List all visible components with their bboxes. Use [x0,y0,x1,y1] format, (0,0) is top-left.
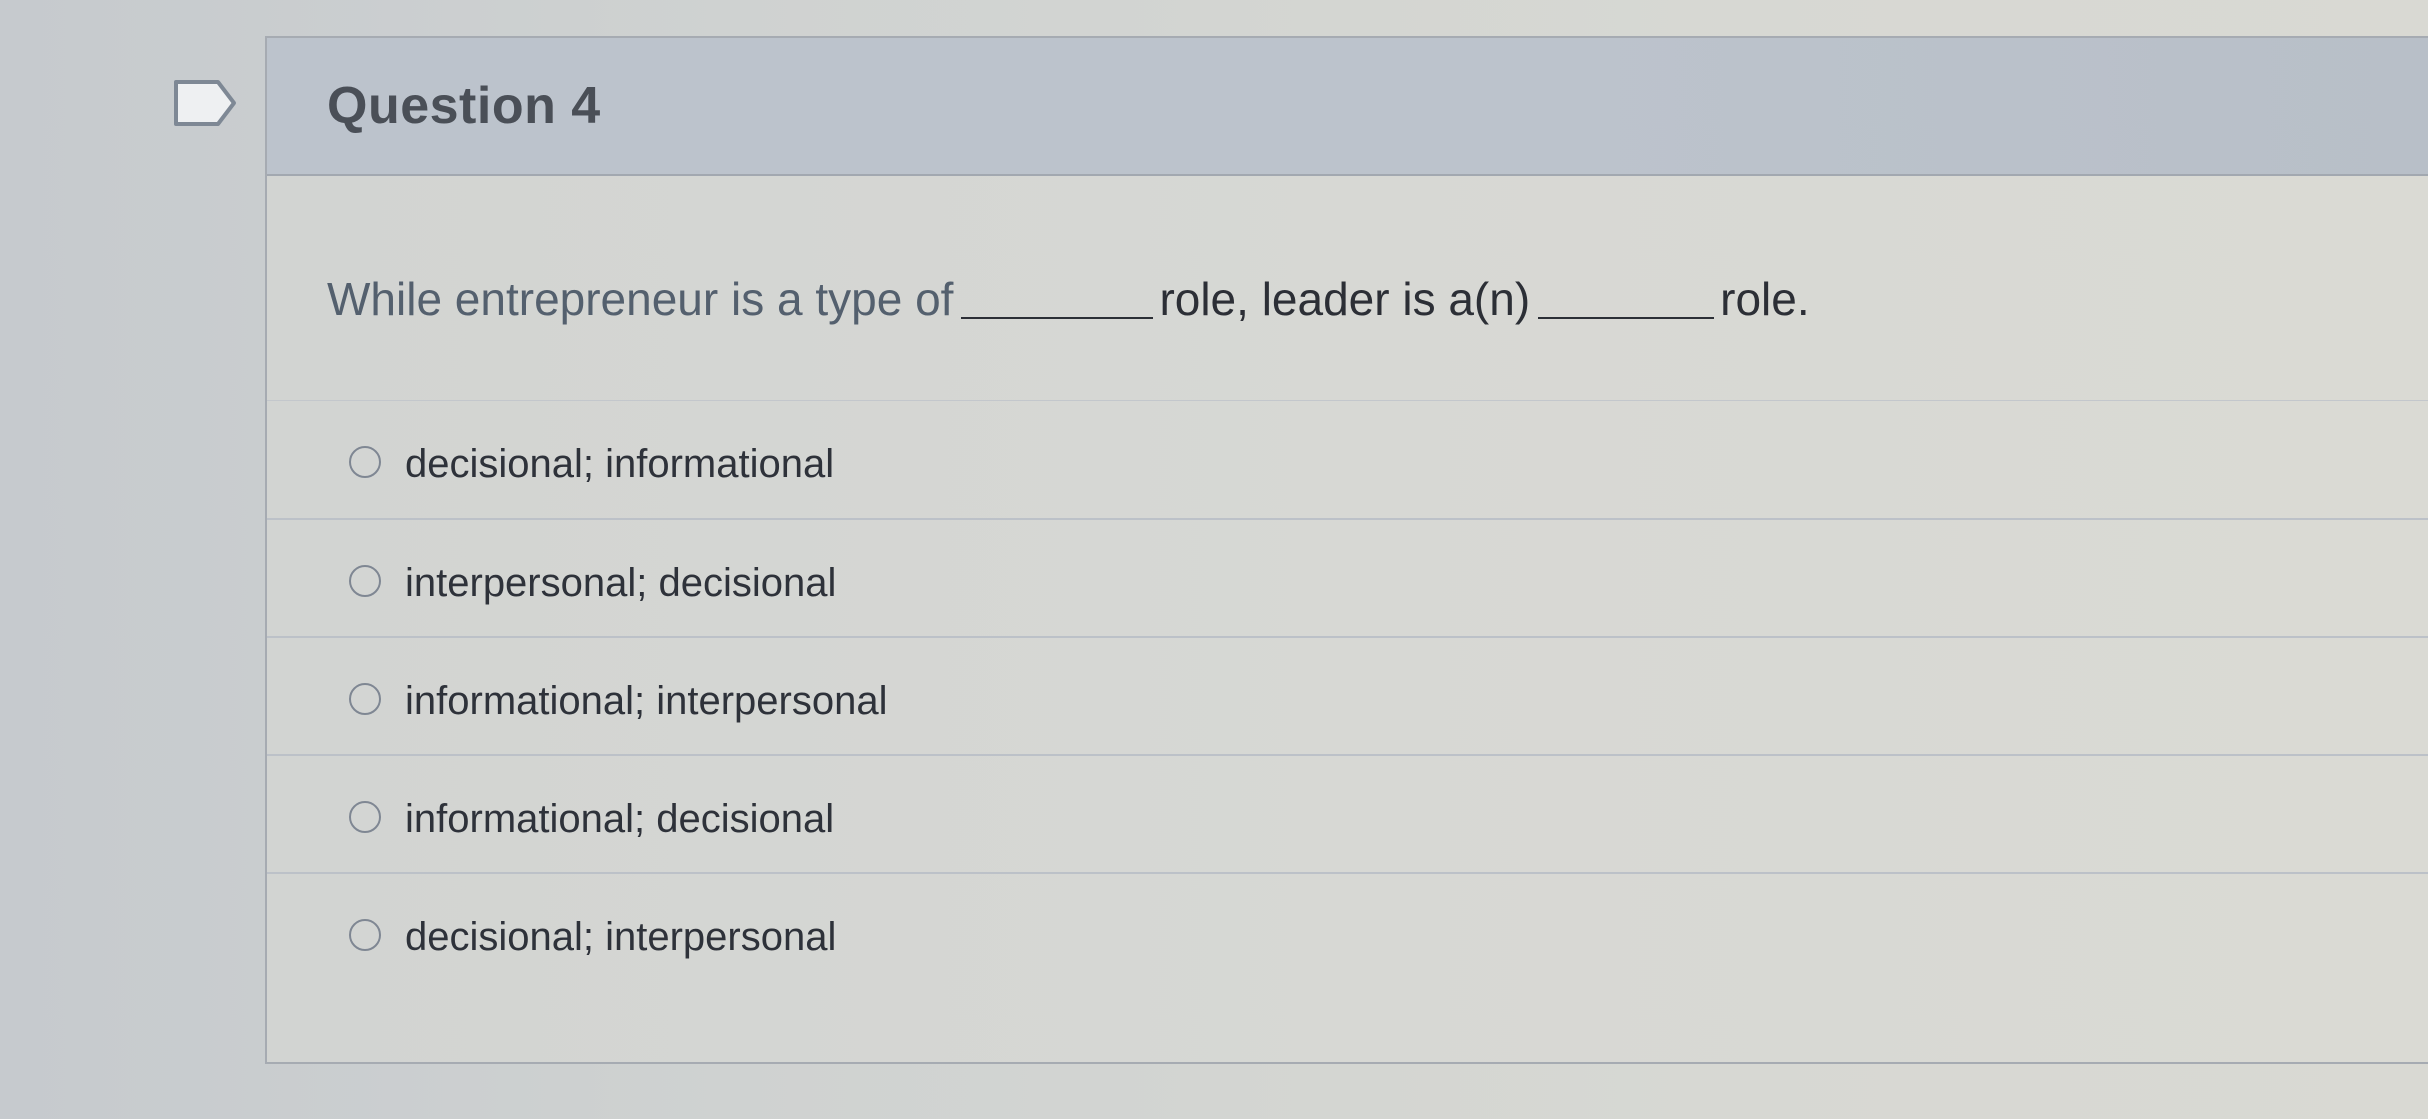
radio-button[interactable] [349,919,381,951]
answer-option[interactable]: decisional; interpersonal [267,872,2428,990]
question-text-part2: role, leader is a(n) [1159,273,1531,325]
answer-option[interactable]: interpersonal; decisional [267,518,2428,636]
question-text-part1: While entrepreneur is a type of [327,273,954,325]
answer-option[interactable]: informational; decisional [267,754,2428,872]
flag-outline-icon [174,80,236,126]
answer-option-label[interactable]: decisional; interpersonal [405,915,836,960]
radio-button[interactable] [349,565,381,597]
radio-button[interactable] [349,683,381,715]
question-header: Question 4 [267,38,2428,176]
answer-options: decisional; informational interpersonal;… [267,400,2428,990]
radio-button[interactable] [349,801,381,833]
answer-option-label[interactable]: interpersonal; decisional [405,561,836,606]
answer-option[interactable]: decisional; informational [267,400,2428,518]
question-title: Question 4 [327,77,601,135]
answer-blank-1 [961,315,1154,319]
answer-blank-2 [1538,315,1715,319]
answer-option-label[interactable]: informational; decisional [405,797,834,842]
answer-option-label[interactable]: decisional; informational [405,442,834,487]
flag-question-button[interactable] [170,78,240,128]
answer-option[interactable]: informational; interpersonal [267,636,2428,754]
answer-option-label[interactable]: informational; interpersonal [405,679,887,724]
question-text: While entrepreneur is a type of role, lea… [327,276,1810,322]
radio-button[interactable] [349,446,381,478]
question-card: Question 4 While entrepreneur is a type … [265,36,2428,1064]
question-text-part3: role. [1720,273,1810,325]
